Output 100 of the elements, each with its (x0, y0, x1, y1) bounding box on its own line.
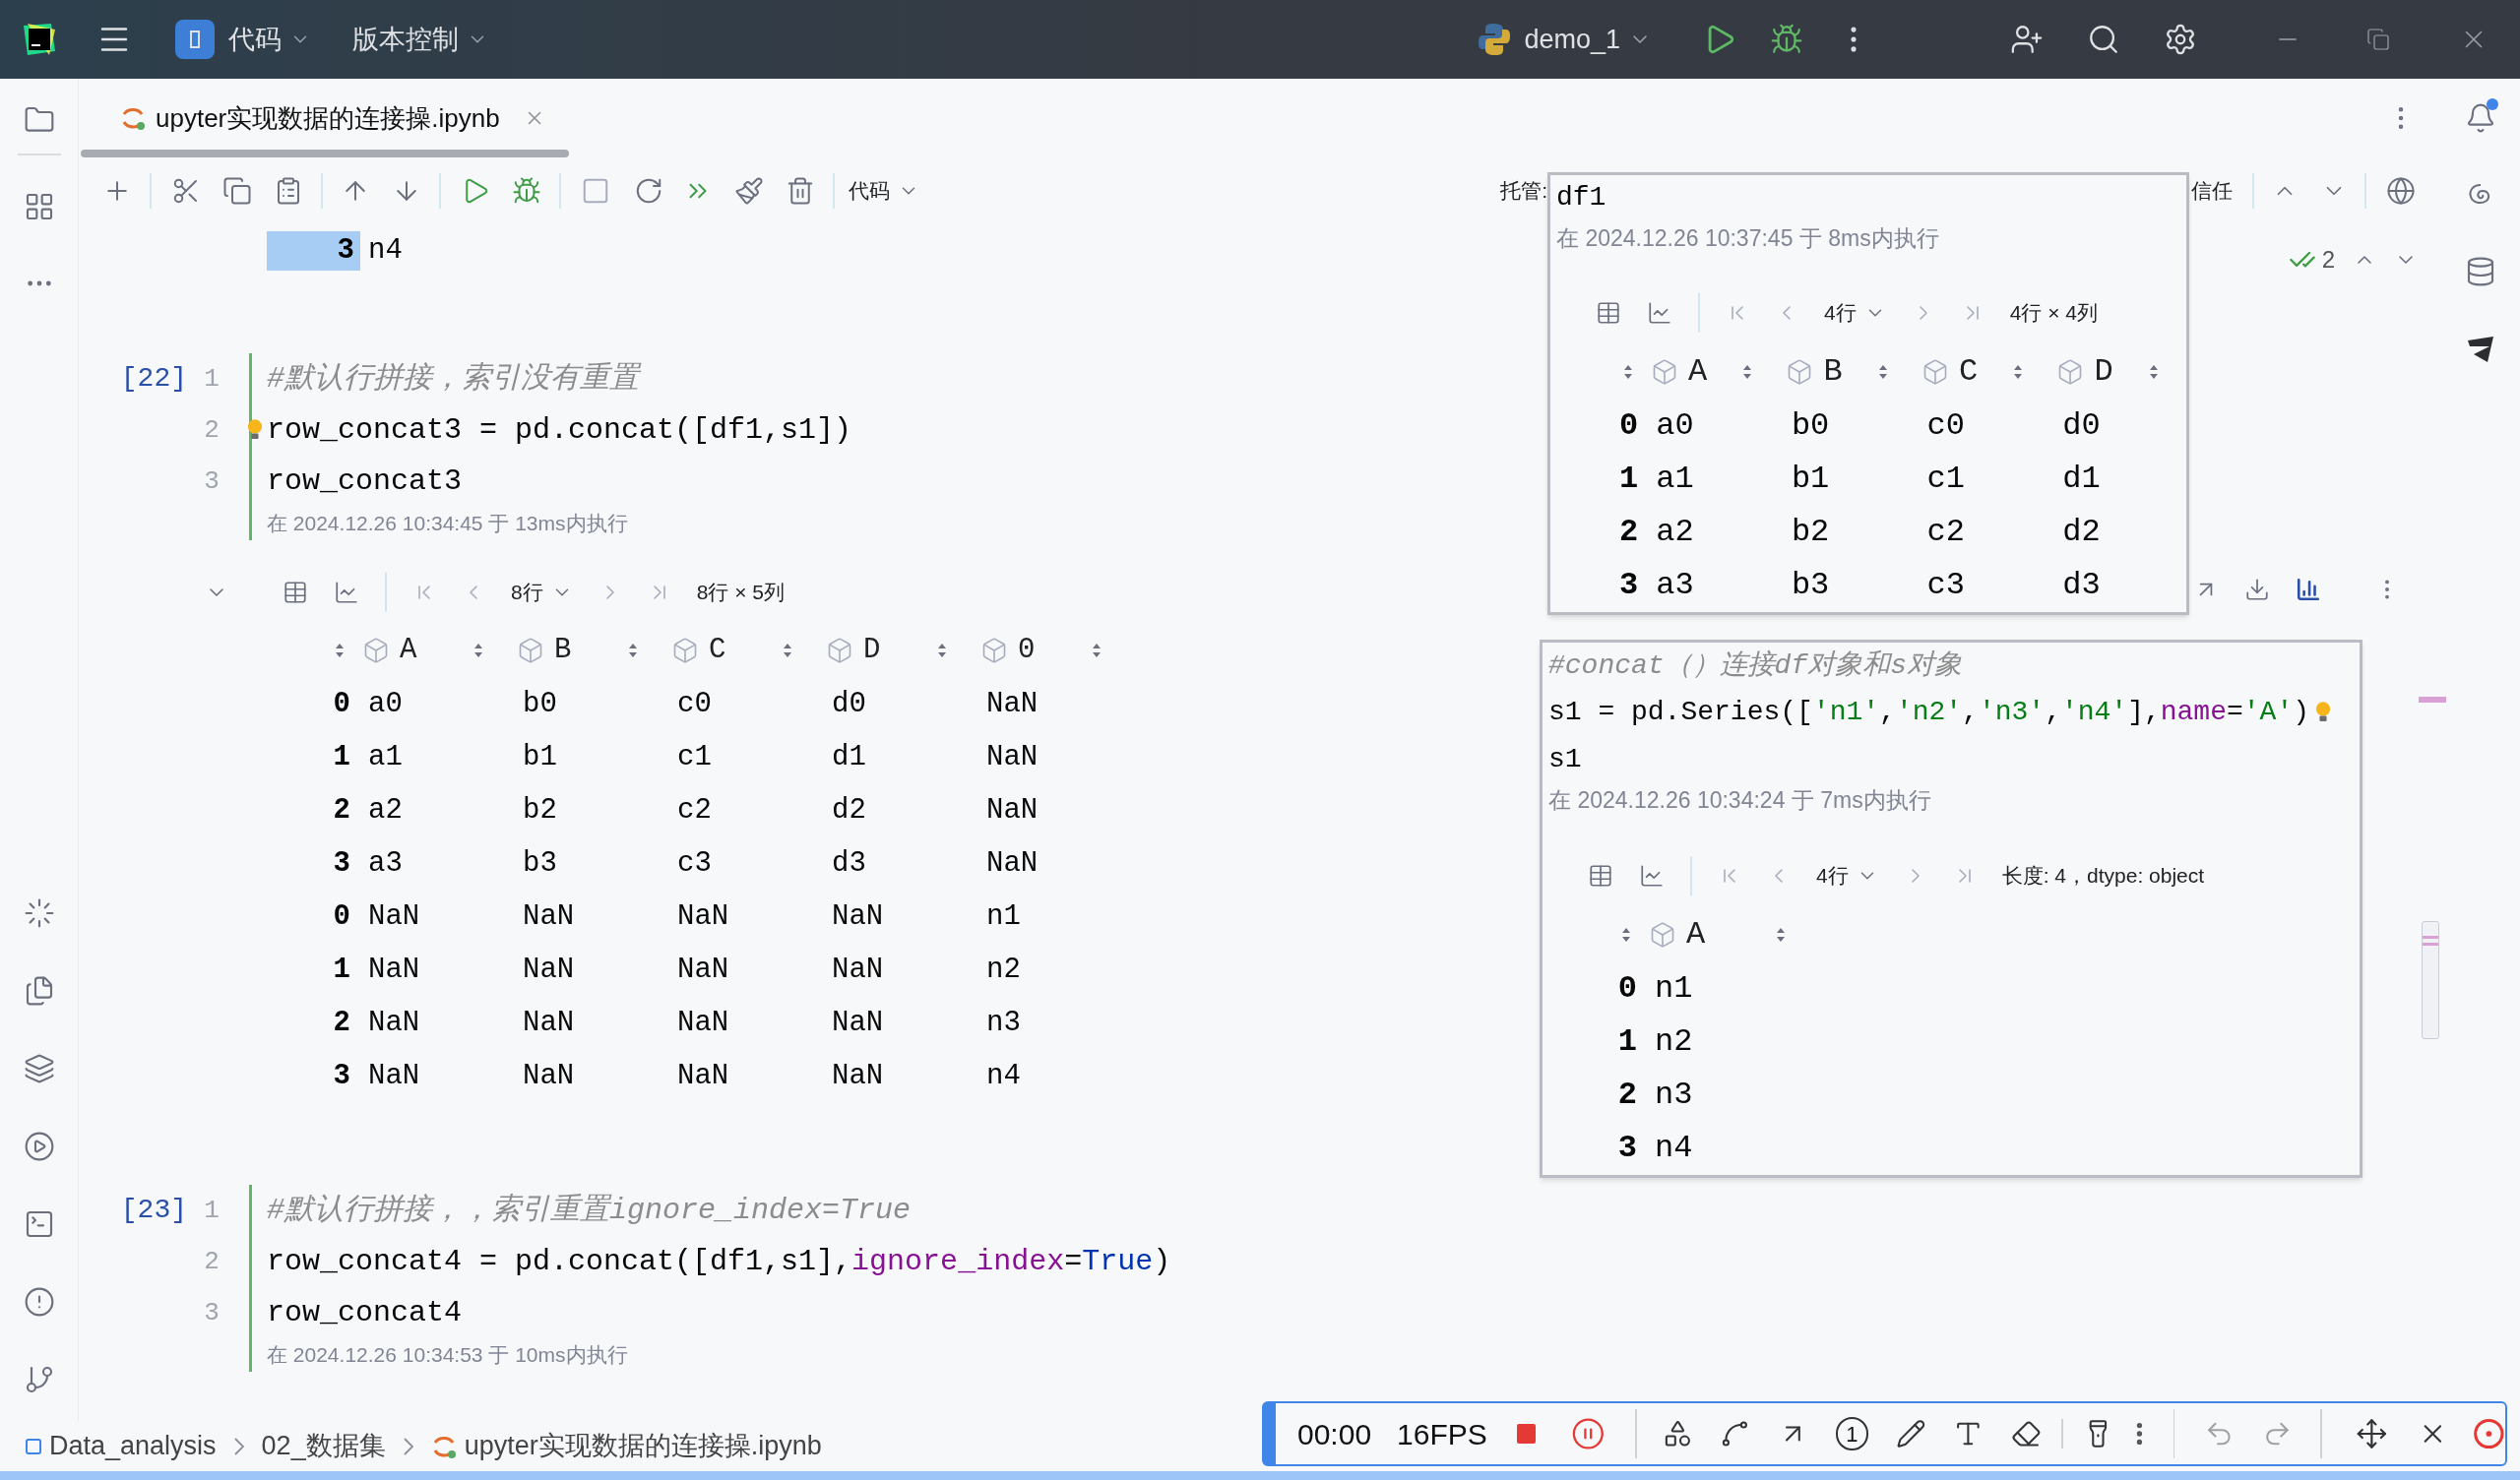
breadcrumb-item[interactable]: 02_数据集 (261, 1426, 386, 1466)
table-cell: n2 (1655, 1023, 1693, 1060)
table-cell: b2 (523, 794, 557, 828)
column-header[interactable]: C (1958, 348, 1979, 396)
table-cell: NaN (986, 794, 1039, 828)
table-cell: d0 (2062, 407, 2101, 444)
table-cell: a3 (368, 847, 403, 881)
table-cell: d1 (2062, 461, 2101, 497)
column-header[interactable]: B (554, 629, 572, 672)
menu-dropdown[interactable]: 代码 (228, 19, 311, 60)
table-cell: NaN (677, 1007, 729, 1040)
table-cell: c1 (677, 741, 712, 774)
table-cell-text: n4 (368, 233, 403, 270)
table-cell: d3 (2062, 567, 2101, 603)
line-number: 3 (204, 464, 220, 498)
table-cell: a0 (368, 688, 403, 721)
column-header[interactable]: A (400, 629, 417, 672)
table-cell: NaN (832, 954, 884, 987)
code-line: #concat（）连接df对象和s对象 (1548, 648, 1963, 683)
column-header[interactable]: A (1686, 911, 1706, 958)
table-cell: d2 (832, 794, 866, 828)
recording-time: 00:00 (1297, 1416, 1372, 1452)
table-info: 长度: 4，dtype: object (2001, 863, 2205, 890)
row-index: 1 (333, 953, 350, 989)
row-index: 2 (1618, 513, 1639, 552)
line-number: 2 (204, 1245, 220, 1278)
table-cell: b1 (1791, 461, 1830, 497)
code-line: s1 = pd.Series(['n1','n2','n3','n4'],name='A') (1548, 692, 2332, 734)
table-cell: a3 (1656, 567, 1694, 603)
table-cell: n1 (1655, 970, 1693, 1007)
line-number: 3 (204, 1296, 220, 1329)
execution-count: [23] (120, 1194, 187, 1227)
table-cell: d0 (832, 688, 866, 721)
table-cell: c3 (677, 847, 712, 881)
execution-time: 在 2024.12.26 10:34:53 于 10ms内执行 (267, 1342, 628, 1369)
table-cell: a2 (1656, 514, 1694, 550)
table-cell: NaN (832, 900, 884, 934)
table-cell: d1 (832, 741, 866, 774)
line-number: 2 (204, 413, 220, 447)
table-cell: b0 (523, 688, 557, 721)
column-header[interactable]: C (709, 629, 726, 672)
managed-label: 托管: (1500, 178, 1547, 205)
row-index: 1 (1617, 1022, 1637, 1062)
table-info: 8行 × 5列 (696, 580, 785, 606)
run-config-dropdown[interactable]: demo_1 (1524, 19, 1652, 60)
table-cell: NaN (368, 1007, 420, 1040)
table-cell: c1 (1926, 461, 1965, 497)
column-header[interactable]: A (1687, 348, 1708, 396)
table-cell: c0 (1926, 407, 1965, 444)
table-cell: c3 (1926, 567, 1965, 603)
menu-dropdown[interactable]: 版本控制 (352, 19, 488, 60)
table-cell: d3 (832, 847, 866, 881)
row-index: 1 (333, 740, 350, 776)
column-header[interactable]: 0 (1018, 629, 1036, 672)
table-cell: b2 (1791, 514, 1830, 550)
table-cell: NaN (523, 954, 575, 987)
code-line: row_concat3 = pd.concat([df1,s1]) (247, 407, 852, 453)
number-marker[interactable]: 1 (1835, 1417, 1868, 1450)
breadcrumb-item[interactable]: Data_analysis (26, 1426, 217, 1466)
row-index: 0 (333, 899, 350, 936)
table-cell: n4 (1655, 1130, 1693, 1166)
code-line: row_concat4 = pd.concat([df1,s1],ignore_index=True) (266, 1243, 1171, 1280)
table-cell: a2 (368, 794, 403, 828)
table-info: 4行 × 4列 (2009, 300, 2098, 327)
code-line: row_concat4 (266, 1294, 463, 1331)
table-cell: NaN (677, 1060, 729, 1093)
row-index: 2 (333, 793, 350, 830)
table-cell: a1 (1656, 461, 1694, 497)
page-size-dropdown[interactable]: 8行 (511, 577, 573, 608)
table-cell: n4 (986, 1060, 1021, 1093)
execution-time: 在 2024.12.26 10:37:45 于 8ms内执行 (1556, 223, 1939, 253)
table-cell: b3 (523, 847, 557, 881)
table-cell: NaN (986, 688, 1039, 721)
execution-count: [22] (120, 362, 187, 396)
inspection-status[interactable]: 2 (2288, 242, 2335, 278)
column-header[interactable]: D (2094, 348, 2113, 396)
table-cell: NaN (368, 1060, 420, 1093)
table-cell: NaN (368, 900, 420, 934)
column-header[interactable]: D (863, 629, 881, 672)
row-index: 3 (333, 846, 350, 883)
table-cell: n3 (1655, 1077, 1693, 1113)
page-size-dropdown[interactable]: 4行 (1816, 860, 1878, 892)
breadcrumb-item[interactable]: upyter实现数据的连接操.ipynb (430, 1426, 822, 1466)
code-line: #默认行拼接，，索引重置ignore_index=True (266, 1192, 912, 1229)
code-line: row_concat3 (266, 462, 463, 500)
row-index: 0 (1618, 406, 1639, 446)
table-cell: a0 (1656, 407, 1694, 444)
cell-type-dropdown[interactable]: 代码 (849, 175, 919, 207)
table-cell: d2 (2062, 514, 2101, 550)
line-number: 1 (204, 1194, 220, 1227)
page-size-dropdown[interactable]: 4行 (1824, 297, 1886, 329)
table-cell: n1 (986, 900, 1021, 934)
table-cell: b1 (523, 741, 557, 774)
row-index: 2 (333, 1006, 350, 1042)
column-header[interactable]: B (1823, 348, 1843, 396)
trust-button[interactable]: 信任 (2191, 175, 2233, 207)
table-cell: b3 (1791, 567, 1830, 603)
table-cell: NaN (368, 954, 420, 987)
execution-time: 在 2024.12.26 10:34:45 于 13ms内执行 (267, 511, 628, 537)
row-index: 3 (1618, 566, 1639, 605)
